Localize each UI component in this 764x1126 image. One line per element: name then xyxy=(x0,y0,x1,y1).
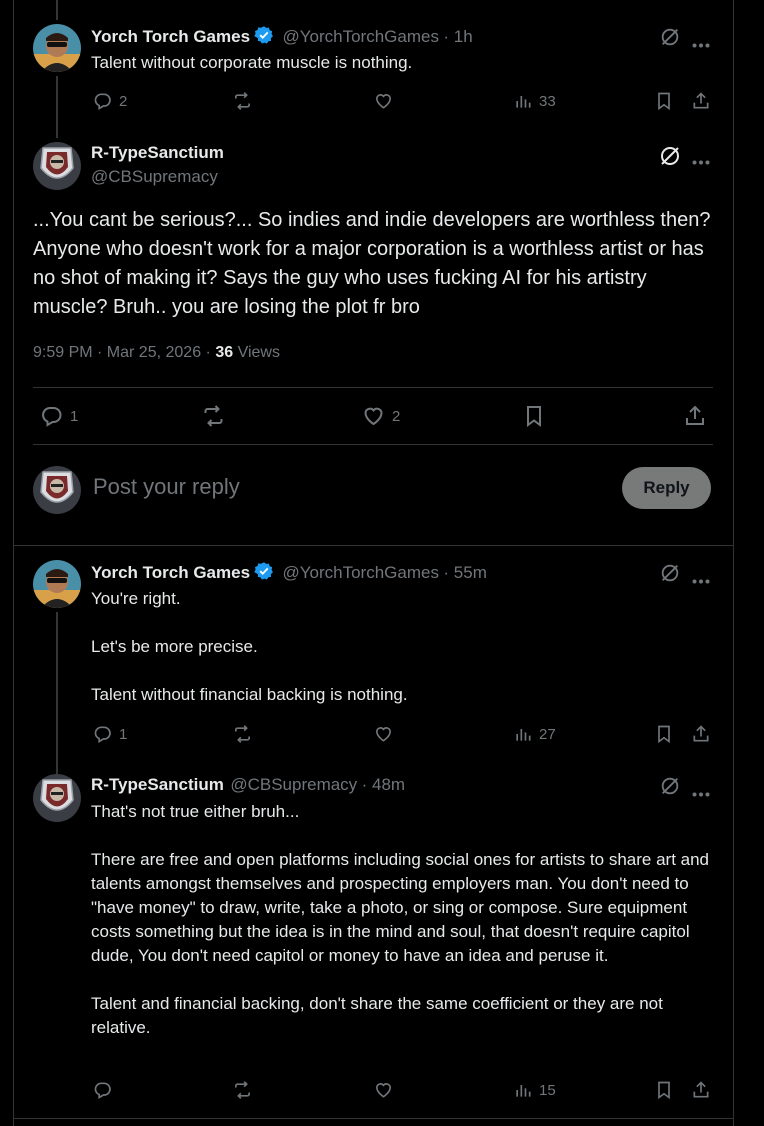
bookmark-button[interactable] xyxy=(654,1080,674,1100)
bookmark-button[interactable] xyxy=(654,91,674,111)
like-button[interactable]: 2 xyxy=(361,404,400,428)
post-time[interactable]: · 1h xyxy=(443,27,472,46)
views-button[interactable]: 27 xyxy=(513,724,556,744)
author-handle[interactable]: @YorchTorchGames xyxy=(282,563,438,582)
main-post-text: ...You cant be serious?... So indies and… xyxy=(33,209,711,318)
analytics-icon xyxy=(516,96,531,108)
reply-count: 1 xyxy=(70,407,79,425)
share-icon xyxy=(693,92,709,109)
author-name[interactable]: Yorch Torch Games xyxy=(91,563,250,582)
repost-icon xyxy=(235,725,250,743)
author-handle[interactable]: @YorchTorchGames xyxy=(282,27,438,46)
share-icon xyxy=(693,725,709,742)
author-handle[interactable]: @CBSupremacy xyxy=(230,775,357,794)
post-header: Yorch Torch Games @YorchTorchGames · 1h xyxy=(91,25,473,50)
repost-button[interactable] xyxy=(201,404,226,428)
divider xyxy=(33,387,713,388)
verified-badge-icon xyxy=(254,561,274,586)
bookmark-icon xyxy=(658,725,670,744)
views-count: 27 xyxy=(539,725,556,743)
divider xyxy=(13,1118,733,1119)
reply-count: 2 xyxy=(119,92,128,110)
grok-icon[interactable] xyxy=(659,562,681,589)
bookmark-button[interactable] xyxy=(654,724,674,744)
post-time[interactable]: · 48m xyxy=(362,775,405,794)
bookmark-icon xyxy=(527,406,541,427)
avatar[interactable] xyxy=(33,560,81,608)
avatar[interactable] xyxy=(33,774,81,822)
share-button[interactable] xyxy=(691,91,711,111)
reply-button[interactable] xyxy=(92,1080,113,1100)
views-button[interactable]: 33 xyxy=(513,91,556,111)
reply-icon xyxy=(94,726,111,743)
views-label: Views xyxy=(237,344,280,361)
post-time[interactable]: · 55m xyxy=(443,563,486,582)
post-timestamp[interactable]: 9:59 PM · Mar 25, 2026 · xyxy=(33,344,211,361)
repost-icon xyxy=(235,1081,250,1099)
analytics-icon xyxy=(516,1085,531,1097)
grok-icon[interactable] xyxy=(658,144,682,173)
more-icon[interactable] xyxy=(692,152,710,170)
analytics-icon xyxy=(516,729,531,741)
divider xyxy=(13,545,733,546)
reply-button[interactable]: 1 xyxy=(39,404,78,428)
views-count: 36 xyxy=(215,344,234,361)
reply-icon xyxy=(42,407,62,427)
reply-input[interactable]: Post your reply xyxy=(93,474,593,500)
like-button[interactable] xyxy=(373,724,394,744)
author-name[interactable]: R-TypeSanctium xyxy=(91,775,224,794)
repost-button[interactable] xyxy=(232,91,253,111)
post-header: Yorch Torch Games @YorchTorchGames · 55m xyxy=(91,561,487,586)
repost-icon xyxy=(235,92,250,110)
grok-icon[interactable] xyxy=(659,775,681,802)
grok-icon[interactable] xyxy=(659,26,681,53)
author-name[interactable]: Yorch Torch Games xyxy=(91,27,250,46)
repost-button[interactable] xyxy=(232,724,253,744)
share-button[interactable] xyxy=(683,404,707,428)
reply-button[interactable]: 1 xyxy=(92,724,127,744)
avatar[interactable] xyxy=(33,24,81,72)
like-button[interactable] xyxy=(373,1080,394,1100)
share-button[interactable] xyxy=(691,1080,711,1100)
post-text: You're right. Let's be more precise. Tal… xyxy=(91,589,408,704)
thread-connector xyxy=(56,0,58,20)
share-icon xyxy=(686,405,704,425)
post-meta: 9:59 PM · Mar 25, 2026 · 36 Views xyxy=(33,344,280,362)
views-count: 15 xyxy=(539,1081,556,1099)
views-button[interactable]: 15 xyxy=(513,1080,556,1100)
bookmark-icon xyxy=(658,1081,670,1100)
avatar[interactable] xyxy=(33,142,81,190)
post-header: R-TypeSanctium @CBSupremacy · 48m xyxy=(91,775,405,795)
heart-icon xyxy=(375,1083,392,1098)
author-name[interactable]: R-TypeSanctium xyxy=(91,143,224,163)
author-handle[interactable]: @CBSupremacy xyxy=(91,167,218,187)
reply-count: 1 xyxy=(119,725,128,743)
thread-connector xyxy=(56,76,58,138)
heart-icon xyxy=(364,407,383,426)
repost-button[interactable] xyxy=(232,1080,253,1100)
bookmark-icon xyxy=(658,92,670,111)
post-text: Talent without corporate muscle is nothi… xyxy=(91,53,413,72)
reply-icon xyxy=(94,1082,111,1099)
bookmark-button[interactable] xyxy=(522,404,546,428)
share-icon xyxy=(693,1081,709,1098)
share-button[interactable] xyxy=(691,724,711,744)
heart-icon xyxy=(375,727,392,742)
like-button[interactable] xyxy=(373,91,394,111)
avatar xyxy=(33,466,81,514)
like-count: 2 xyxy=(392,407,401,425)
reply-submit-button[interactable]: Reply xyxy=(622,467,711,509)
repost-icon xyxy=(204,405,223,427)
verified-badge-icon xyxy=(254,25,274,50)
reply-icon xyxy=(94,93,111,110)
reply-button[interactable]: 2 xyxy=(92,91,127,111)
thread-connector xyxy=(56,612,58,774)
heart-icon xyxy=(375,94,392,109)
post-text: That's not true either bruh... There are… xyxy=(91,802,710,1037)
more-icon[interactable] xyxy=(692,35,710,53)
views-count: 33 xyxy=(539,92,556,110)
divider xyxy=(33,444,713,445)
more-icon[interactable] xyxy=(692,571,710,589)
